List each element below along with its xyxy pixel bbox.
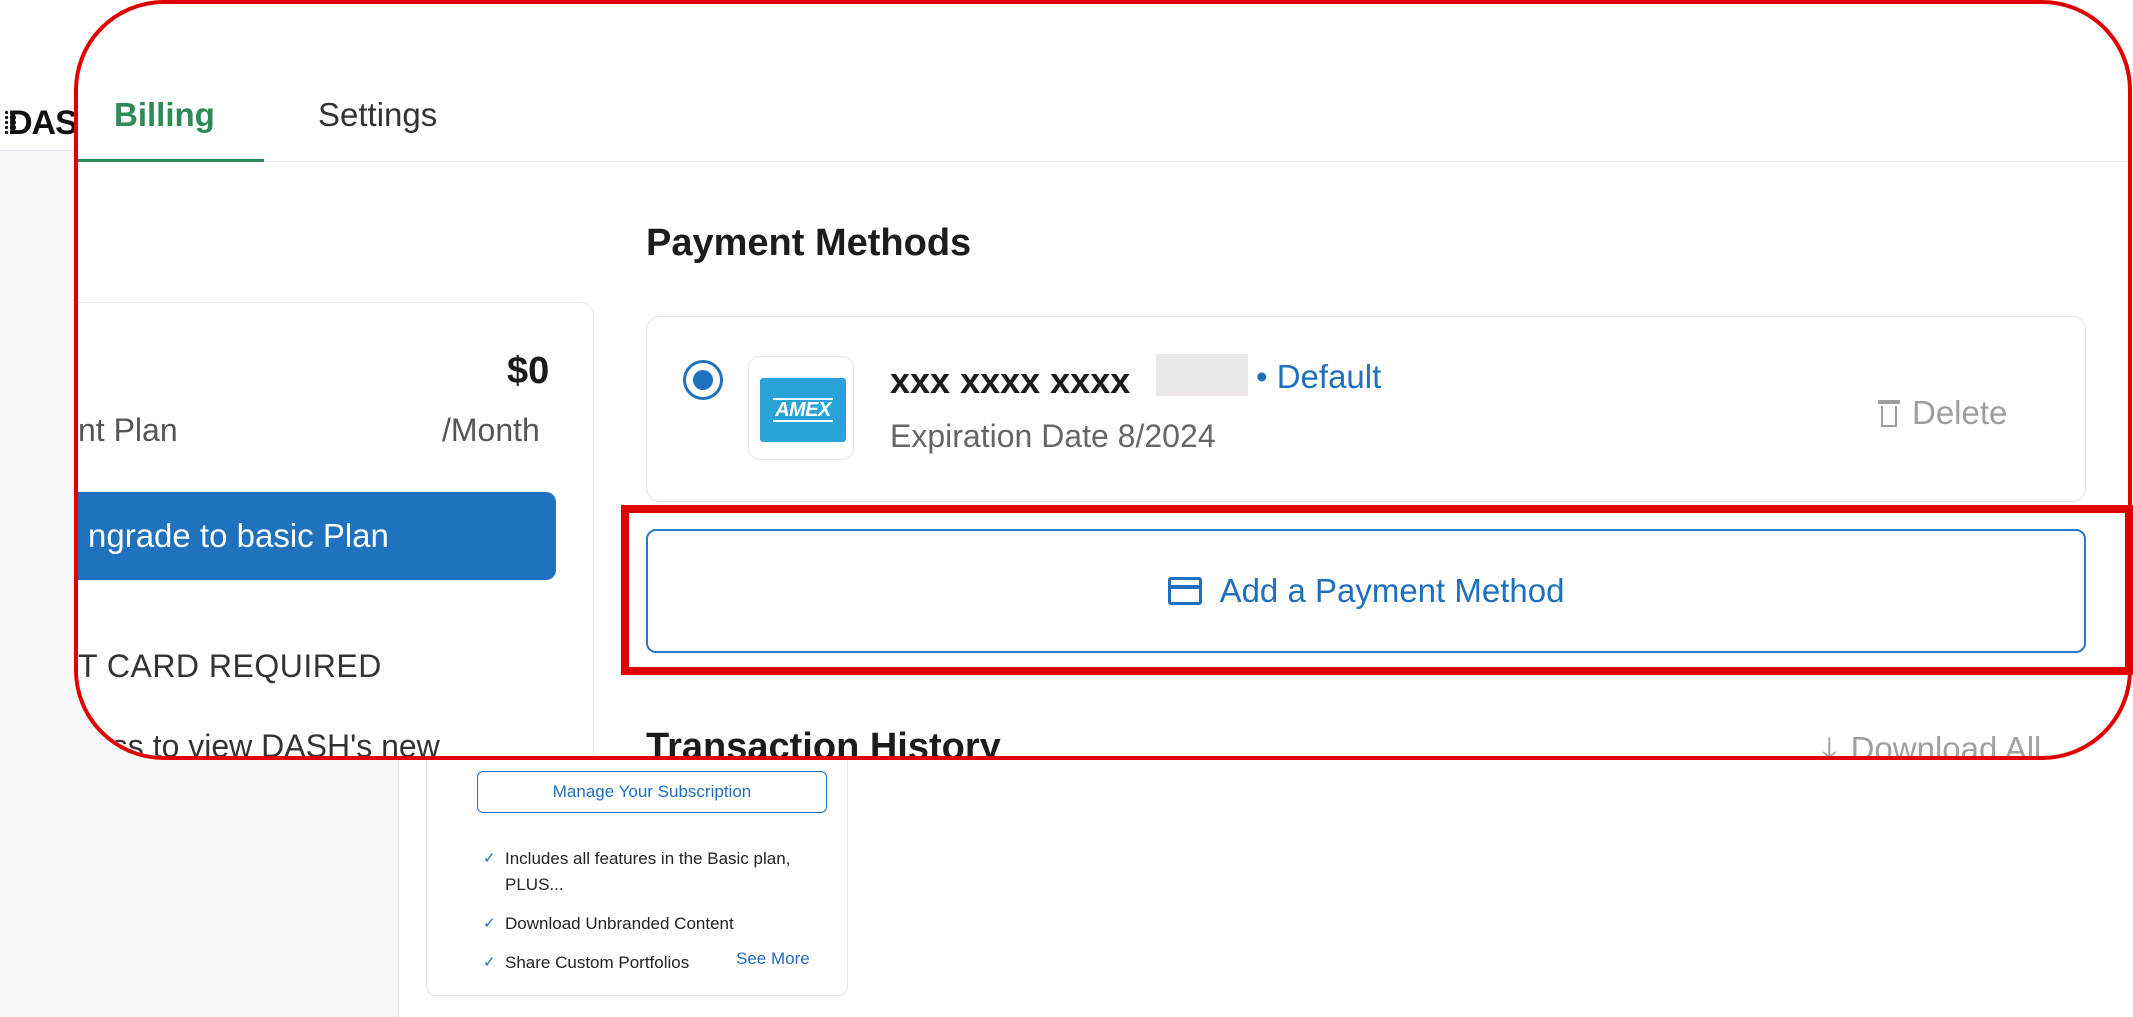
tab-settings[interactable]: Settings xyxy=(318,96,437,134)
plan-period: /Month xyxy=(442,412,540,448)
add-payment-method-button[interactable]: Add a Payment Method xyxy=(646,529,2086,653)
card-number-redaction xyxy=(1156,354,1248,396)
feature-text: Includes all features in the Basic plan,… xyxy=(505,849,791,894)
plan-price: $0 xyxy=(507,350,550,392)
delete-card-button[interactable]: Delete xyxy=(1878,394,2007,432)
logo-dots-icon xyxy=(4,110,16,136)
zoom-callout: Billing Settings $0 nt Plan /Month ngrad… xyxy=(74,0,2132,760)
tabs-divider xyxy=(264,161,2128,162)
feature-item: ✓ Includes all features in the Basic pla… xyxy=(483,846,835,898)
manage-subscription-button[interactable]: Manage Your Subscription xyxy=(477,771,827,813)
check-icon: ✓ xyxy=(483,915,496,932)
transaction-history-title: Transaction History xyxy=(646,726,1001,760)
tab-billing[interactable]: Billing xyxy=(114,96,215,134)
card-number: xxx xxxx xxxx xyxy=(890,360,1131,401)
add-payment-method-label: Add a Payment Method xyxy=(1219,572,1565,609)
default-card-radio[interactable] xyxy=(683,360,723,400)
delete-label: Delete xyxy=(1912,394,2008,431)
trash-icon xyxy=(1878,400,1900,427)
payment-method-row xyxy=(646,316,2086,502)
check-icon: ✓ xyxy=(483,954,496,971)
default-badge: • Default xyxy=(1256,358,1382,395)
plan-name: nt Plan xyxy=(78,412,178,448)
feature-item: ✓ Download Unbranded Content xyxy=(483,911,835,937)
amex-logo-icon: AMEX xyxy=(760,378,846,442)
see-more-link[interactable]: See More xyxy=(736,949,810,969)
plan-description: cess to view DASH's new xyxy=(78,728,440,760)
download-all-label: Download All xyxy=(1850,730,2042,760)
download-all-button[interactable]: ⤓ Download All xyxy=(1822,730,2042,760)
download-icon: ⤓ xyxy=(1822,730,1837,760)
feature-text: Download Unbranded Content xyxy=(505,914,734,933)
check-icon: ✓ xyxy=(483,850,496,867)
card-expiration: Expiration Date 8/2024 xyxy=(890,418,1216,454)
no-credit-card-note: T CARD REQUIRED xyxy=(78,648,382,684)
upgrade-plan-button[interactable]: ngrade to basic Plan xyxy=(78,492,556,580)
active-tab-indicator xyxy=(78,159,264,162)
amex-logo-text: AMEX xyxy=(773,398,833,422)
payment-methods-title: Payment Methods xyxy=(646,222,972,264)
credit-card-icon xyxy=(1167,577,1202,605)
